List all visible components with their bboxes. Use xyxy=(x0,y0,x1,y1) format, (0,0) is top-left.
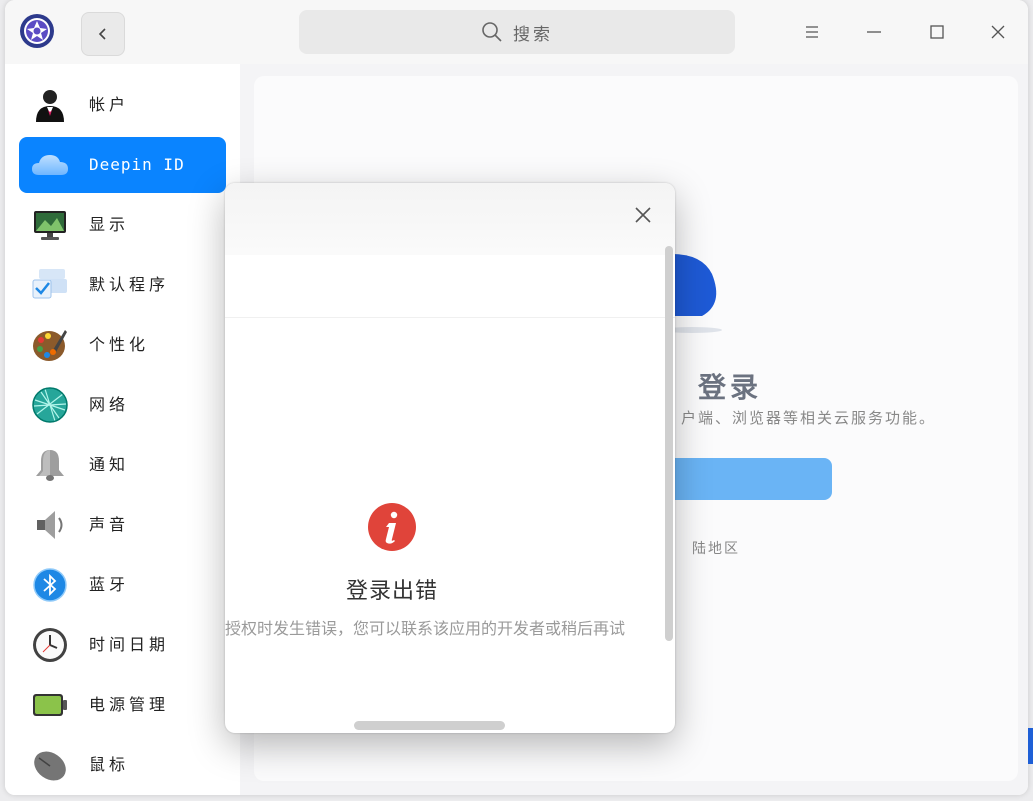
mouse-icon xyxy=(34,751,66,781)
maximize-icon xyxy=(930,25,944,39)
sidebar-item-power[interactable]: 电源管理 xyxy=(19,677,226,733)
sidebar-item-sound[interactable]: 声音 xyxy=(19,497,226,553)
error-description: 授权时发生错误，您可以联系该应用的开发者或稍后再试 xyxy=(225,619,626,638)
sidebar-item-label: 通知 xyxy=(89,455,130,474)
sidebar-item-personalization[interactable]: 个性化 xyxy=(19,317,226,373)
default-apps-icon xyxy=(32,269,67,299)
sidebar-item-deepin-id[interactable]: Deepin ID xyxy=(19,137,226,193)
close-icon xyxy=(635,207,651,223)
error-title: 登录出错 xyxy=(345,579,438,604)
dialog-divider xyxy=(225,317,675,318)
menu-icon xyxy=(806,26,818,38)
cloud-icon xyxy=(32,155,68,175)
sidebar-item-label: 蓝牙 xyxy=(89,575,130,594)
sidebar-item-label: Deepin ID xyxy=(89,155,185,174)
dialog-header xyxy=(225,183,675,255)
horizontal-scrollbar[interactable] xyxy=(354,721,505,730)
sidebar-item-label: 鼠标 xyxy=(89,755,130,774)
close-icon xyxy=(991,25,1005,39)
search-icon xyxy=(482,22,502,42)
maximize-button[interactable] xyxy=(926,21,948,43)
sidebar-item-label: 电源管理 xyxy=(89,695,170,714)
personalization-icon xyxy=(33,330,67,361)
minimize-button[interactable] xyxy=(863,21,885,43)
sidebar-item-mouse[interactable]: 鼠标 xyxy=(19,737,226,793)
sidebar: 帐户 Deepin ID 显示 默认程序 个性化 网络 通知 声音 蓝牙 时间日… xyxy=(5,64,240,795)
sidebar-item-label: 帐户 xyxy=(89,95,130,114)
display-icon xyxy=(34,211,66,240)
sidebar-item-datetime[interactable]: 时间日期 xyxy=(19,617,226,673)
info-error-icon xyxy=(368,503,416,551)
titlebar: 搜索 xyxy=(5,0,1028,64)
bluetooth-icon xyxy=(33,568,67,602)
sidebar-item-label: 默认程序 xyxy=(89,275,170,294)
vertical-scrollbar[interactable] xyxy=(665,246,673,641)
login-title: 登录 xyxy=(698,371,763,404)
sidebar-item-label: 个性化 xyxy=(89,335,150,354)
close-button[interactable] xyxy=(987,21,1009,43)
sidebar-item-default-apps[interactable]: 默认程序 xyxy=(19,257,226,313)
network-icon xyxy=(32,387,68,423)
menu-button[interactable] xyxy=(801,21,823,43)
sidebar-item-label: 时间日期 xyxy=(89,635,170,654)
background-window-edge xyxy=(1028,728,1033,764)
minimize-icon xyxy=(867,31,881,33)
back-button[interactable] xyxy=(81,12,125,56)
sidebar-item-display[interactable]: 显示 xyxy=(19,197,226,253)
chevron-left-icon xyxy=(98,28,106,40)
settings-app-logo[interactable] xyxy=(19,13,55,49)
battery-icon xyxy=(33,694,67,716)
cloud-icon xyxy=(672,254,722,333)
login-description: 户端、浏览器等相关云服务功能。 xyxy=(681,409,937,427)
clock-icon xyxy=(33,628,67,662)
dialog-close-button[interactable] xyxy=(631,203,655,227)
search-placeholder: 搜索 xyxy=(513,24,553,45)
login-error-dialog: 登录出错 授权时发生错误，您可以联系该应用的开发者或稍后再试 xyxy=(225,183,675,733)
sidebar-item-account[interactable]: 帐户 xyxy=(19,77,226,133)
search-input[interactable]: 搜索 xyxy=(299,10,735,54)
sidebar-item-label: 网络 xyxy=(89,395,130,414)
sidebar-item-bluetooth[interactable]: 蓝牙 xyxy=(19,557,226,613)
sidebar-item-network[interactable]: 网络 xyxy=(19,377,226,433)
bell-icon xyxy=(36,450,64,481)
sidebar-item-notification[interactable]: 通知 xyxy=(19,437,226,493)
account-icon xyxy=(36,90,64,122)
region-label: 陆地区 xyxy=(692,541,740,557)
sidebar-item-label: 显示 xyxy=(89,215,130,234)
speaker-icon xyxy=(37,511,63,539)
sidebar-item-label: 声音 xyxy=(89,515,130,534)
